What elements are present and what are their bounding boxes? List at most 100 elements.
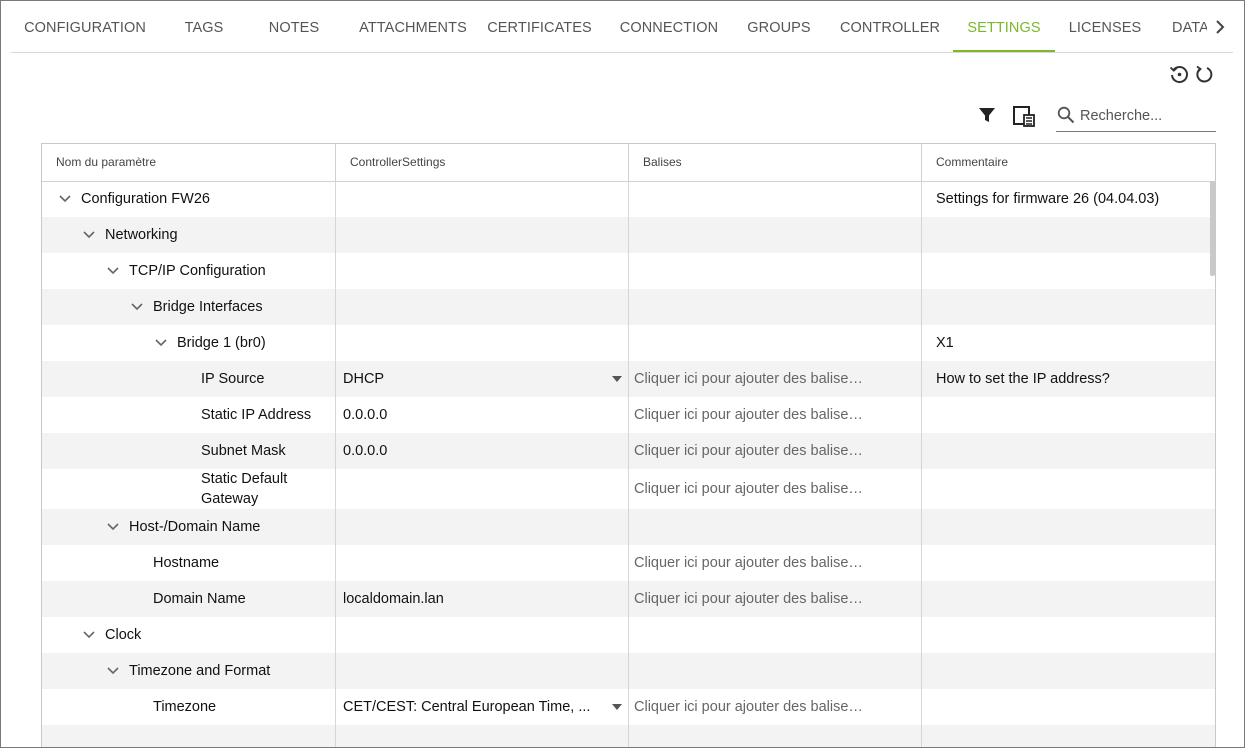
add-tags-placeholder[interactable]: Cliquer ici pour ajouter des balises... — [634, 407, 864, 423]
tags-cell[interactable]: Cliquer ici pour ajouter des balises... — [629, 361, 922, 397]
setting-value-cell[interactable]: localdomain.lan — [336, 581, 629, 617]
setting-value-cell[interactable]: 0.0.0.0 — [336, 397, 629, 433]
tab-certificates[interactable]: CERTIFICATES — [477, 1, 602, 52]
tags-cell[interactable]: Cliquer ici pour ajouter des balises... — [629, 433, 922, 469]
setting-value-cell — [336, 653, 629, 689]
comment-cell[interactable] — [922, 653, 1215, 689]
comment-cell[interactable]: X1 — [922, 325, 1215, 361]
tab-configuration[interactable]: CONFIGURATION — [11, 1, 159, 52]
column-header-comment[interactable]: Commentaire — [922, 144, 1215, 181]
tags-cell[interactable]: Cliquer ici pour ajouter des balises... — [629, 469, 922, 509]
tags-cell[interactable]: Cliquer ici pour ajouter des balises... — [629, 689, 922, 725]
comment-cell[interactable]: How to set the IP address? — [922, 361, 1215, 397]
column-header-controller-settings[interactable]: ControllerSettings — [336, 144, 629, 181]
chevron-down-icon[interactable] — [58, 192, 72, 206]
table-row[interactable]: Static Default Gateway Cliquer ici pour a… — [42, 469, 1215, 509]
table-row[interactable]: Subnet Mask 0.0.0.0 Cliquer ici pour ajout… — [42, 433, 1215, 469]
parameter-name-cell: Static IP Address — [42, 397, 336, 433]
grid-cell — [922, 725, 1215, 747]
comment-cell[interactable] — [922, 433, 1215, 469]
add-tags-placeholder[interactable]: Cliquer ici pour ajouter des balises... — [634, 699, 864, 715]
comment-cell[interactable] — [922, 545, 1215, 581]
comment-cell[interactable] — [922, 617, 1215, 653]
history-button[interactable] — [1168, 63, 1190, 85]
comment-cell[interactable] — [922, 289, 1215, 325]
comment-cell[interactable] — [922, 397, 1215, 433]
column-header-tags[interactable]: Balises — [629, 144, 922, 181]
tags-cell[interactable]: Cliquer ici pour ajouter des balises... — [629, 545, 922, 581]
search-input[interactable] — [1080, 105, 1214, 127]
setting-value: 0.0.0.0 — [343, 443, 388, 459]
parameter-name-cell: IP Source — [42, 361, 336, 397]
setting-value-cell — [336, 217, 629, 253]
parameter-name: Static Default Gateway — [201, 471, 288, 507]
setting-value-cell[interactable] — [336, 545, 629, 581]
table-row[interactable]: IP Source DHCP Cliquer ici pour ajouter de… — [42, 361, 1215, 397]
tab-settings[interactable]: SETTINGS — [953, 1, 1055, 52]
table-row[interactable]: Bridge Interfaces — [42, 289, 1215, 325]
add-tags-placeholder[interactable]: Cliquer ici pour ajouter des balises... — [634, 443, 864, 459]
chevron-down-icon[interactable] — [130, 300, 144, 314]
column-chooser-button[interactable] — [1011, 103, 1037, 129]
add-tags-placeholder[interactable]: Cliquer ici pour ajouter des balises... — [634, 371, 864, 387]
comment-cell[interactable] — [922, 217, 1215, 253]
setting-value-select[interactable]: DHCP — [336, 361, 629, 397]
tab-scroll-right-button[interactable] — [1207, 1, 1233, 52]
comment-cell[interactable] — [922, 689, 1215, 725]
parameter-name: Bridge Interfaces — [153, 299, 263, 315]
comment-cell[interactable] — [922, 509, 1215, 545]
tab-groups[interactable]: GROUPS — [735, 1, 823, 52]
chevron-down-icon[interactable] — [154, 336, 168, 350]
tab-licenses[interactable]: LICENSES — [1061, 1, 1149, 52]
table-row[interactable]: Host-/Domain Name — [42, 509, 1215, 545]
dropdown-arrow-icon[interactable] — [612, 704, 622, 710]
tags-cell[interactable]: Cliquer ici pour ajouter des balises... — [629, 581, 922, 617]
table-row[interactable]: Networking — [42, 217, 1215, 253]
filter-button[interactable] — [976, 104, 998, 126]
tab-notes[interactable]: NOTES — [249, 1, 339, 52]
add-tags-placeholder[interactable]: Cliquer ici pour ajouter des balises... — [634, 481, 864, 497]
comment-cell[interactable] — [922, 581, 1215, 617]
tab-attachments[interactable]: ATTACHMENTS — [339, 1, 487, 52]
tags-cell[interactable]: Cliquer ici pour ajouter des balises... — [629, 397, 922, 433]
table-row[interactable]: Hostname Cliquer ici pour ajouter des bal… — [42, 545, 1215, 581]
grid-header: Nom du paramètre ControllerSettings Bali… — [42, 144, 1215, 182]
comment-cell[interactable] — [922, 469, 1215, 509]
setting-value-cell — [336, 509, 629, 545]
vertical-scrollbar[interactable] — [1210, 181, 1215, 276]
grid-cell — [629, 725, 922, 747]
tab-controller[interactable]: CONTROLLER — [828, 1, 952, 52]
dropdown-arrow-icon[interactable] — [612, 376, 622, 382]
setting-value-cell[interactable] — [336, 469, 629, 509]
setting-value-select[interactable]: CET/CEST: Central European Time, ... — [336, 689, 629, 725]
comment-text: How to set the IP address? — [936, 371, 1110, 387]
table-row[interactable]: Clock — [42, 617, 1215, 653]
tab-connection[interactable]: CONNECTION — [609, 1, 729, 52]
setting-value-cell — [336, 289, 629, 325]
tab-tags[interactable]: TAGS — [159, 1, 249, 52]
chevron-down-icon[interactable] — [106, 520, 120, 534]
add-tags-placeholder[interactable]: Cliquer ici pour ajouter des balises... — [634, 555, 864, 571]
parameter-name: IP Source — [201, 371, 265, 387]
comment-cell[interactable] — [922, 253, 1215, 289]
table-row[interactable]: Bridge 1 (br0) X1 — [42, 325, 1215, 361]
chevron-down-icon[interactable] — [82, 628, 96, 642]
chevron-down-icon[interactable] — [106, 664, 120, 678]
table-row[interactable]: Configuration FW26 Settings for firmware … — [42, 181, 1215, 217]
setting-value-cell — [336, 325, 629, 361]
table-row[interactable]: Timezone and Format — [42, 653, 1215, 689]
setting-value: DHCP — [343, 371, 385, 387]
table-row[interactable] — [42, 725, 1215, 747]
reset-button[interactable] — [1193, 63, 1215, 85]
comment-cell[interactable]: Settings for firmware 26 (04.04.03) — [922, 181, 1215, 217]
add-tags-placeholder[interactable]: Cliquer ici pour ajouter des balises... — [634, 591, 864, 607]
chevron-down-icon[interactable] — [82, 228, 96, 242]
table-row[interactable]: Static IP Address 0.0.0.0 Cliquer ici pour… — [42, 397, 1215, 433]
chevron-down-icon[interactable] — [106, 264, 120, 278]
table-row[interactable]: Domain Name localdomain.lan Cliquer ici po… — [42, 581, 1215, 617]
parameter-name: Hostname — [153, 555, 220, 571]
table-row[interactable]: TCP/IP Configuration — [42, 253, 1215, 289]
column-header-parameter-name[interactable]: Nom du paramètre — [42, 144, 336, 181]
setting-value-cell[interactable]: 0.0.0.0 — [336, 433, 629, 469]
table-row[interactable]: Timezone CET/CEST: Central European Time,… — [42, 689, 1215, 725]
